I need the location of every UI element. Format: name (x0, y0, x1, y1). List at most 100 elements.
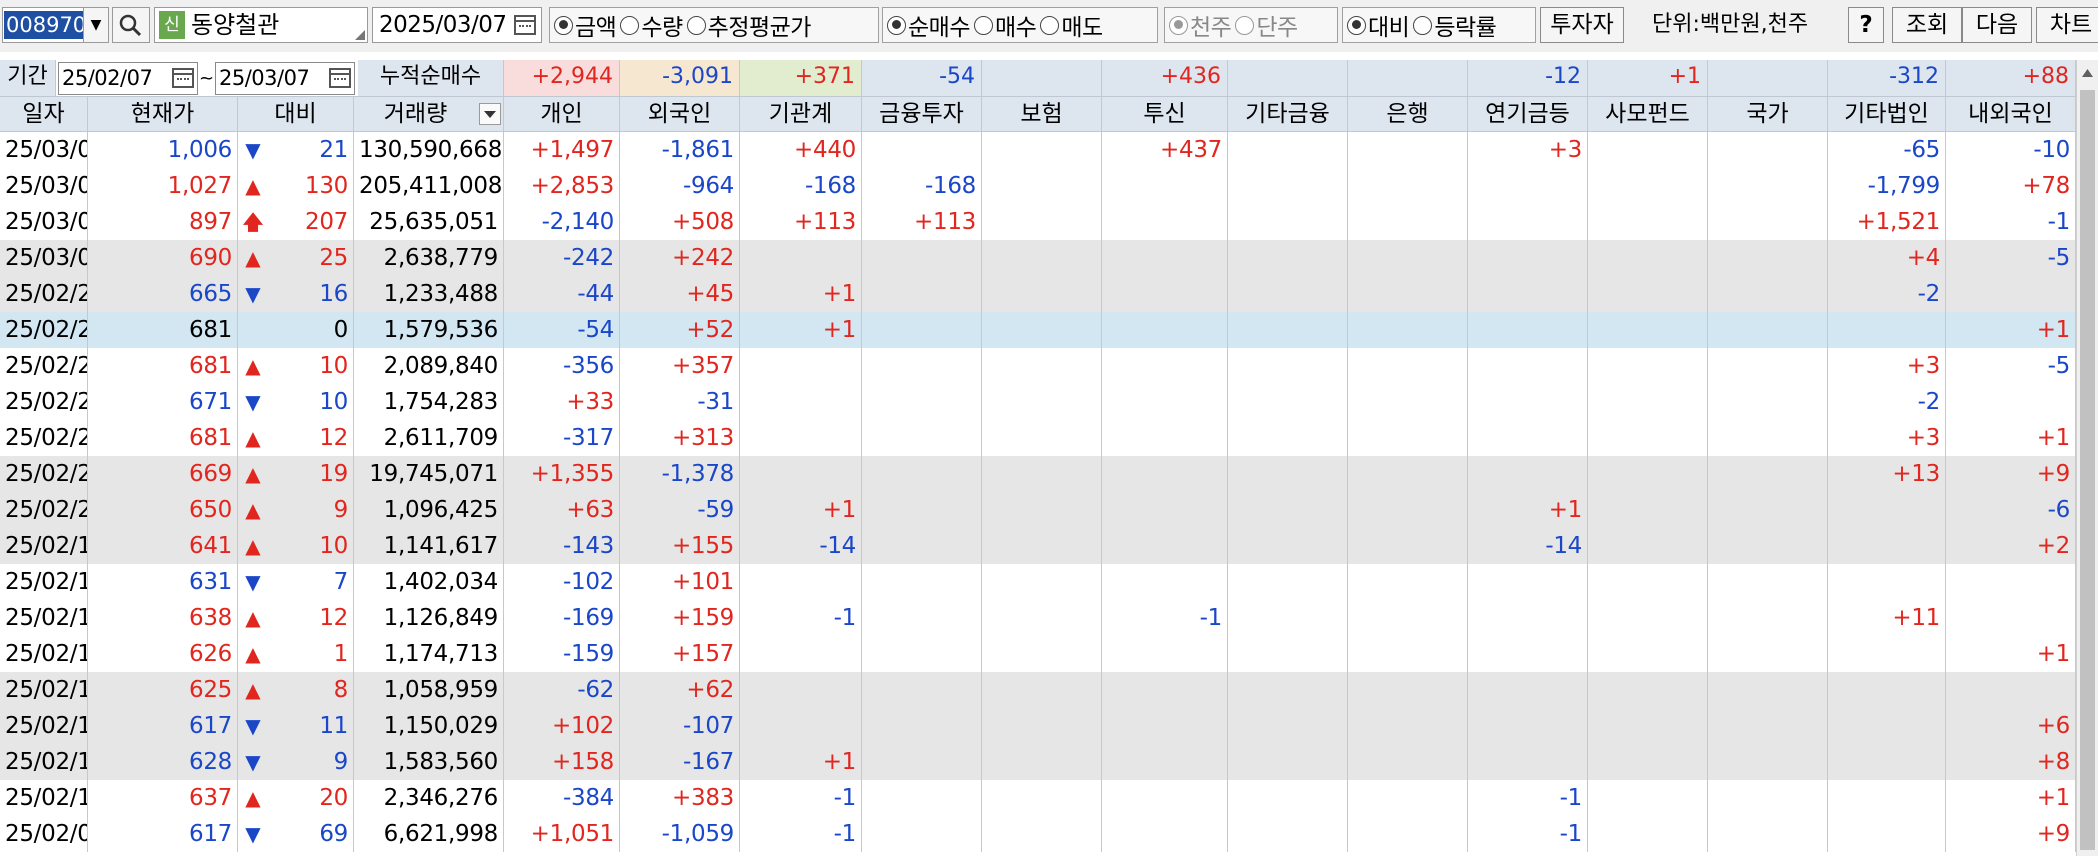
radio-compare[interactable]: 대비 (1347, 8, 1410, 42)
column-header[interactable]: 외국인 (620, 97, 740, 131)
investor-value-cell (1946, 672, 2076, 708)
investor-value-cell: +1 (1946, 636, 2076, 672)
table-row[interactable]: 25/02/17638121,126,849▲-169+159-1-1+11 (0, 600, 2076, 636)
table-row[interactable]: 25/02/12617111,150,029▼+102-107+6 (0, 708, 2076, 744)
column-header[interactable]: 거래량 (354, 97, 504, 131)
vertical-scrollbar[interactable] (2076, 60, 2098, 856)
investor-value-cell (862, 600, 982, 636)
investor-value-cell (1228, 132, 1348, 168)
table-row[interactable]: 25/02/07617696,621,998▼+1,051-1,059-1-1+… (0, 816, 2076, 852)
scrollbar-thumb[interactable] (2080, 90, 2095, 850)
investor-value-cell (1102, 348, 1228, 384)
table-row[interactable]: 25/02/1362581,058,959▲-62+62 (0, 672, 2076, 708)
date-cell: 25/02/18 (0, 564, 88, 600)
radio-change-rate[interactable]: 등락률 (1413, 8, 1497, 42)
date-input[interactable]: 2025/03/07 (372, 7, 542, 43)
price-cell: 1,006 (88, 132, 238, 168)
period-label: 기간 (0, 60, 56, 96)
next-button[interactable]: 다음 (1962, 7, 2032, 43)
stock-code-dropdown[interactable]: ▼ (83, 7, 109, 43)
query-button[interactable]: 조회 (1892, 7, 1962, 43)
date-cell: 25/02/13 (0, 672, 88, 708)
column-header[interactable]: 기관계 (740, 97, 862, 131)
radio-quantity[interactable]: 수량 (620, 8, 683, 42)
cumulative-value (1228, 60, 1348, 96)
table-row[interactable]: 25/02/2065091,096,425▲+63-59+1+1-6 (0, 492, 2076, 528)
investor-value-cell (740, 240, 862, 276)
table-row[interactable]: 25/02/2768101,579,536-54+52+1+1 (0, 312, 2076, 348)
table-row[interactable]: 25/03/061,027130205,411,008▲+2,853-964-1… (0, 168, 2076, 204)
investor-value-cell: +357 (620, 348, 740, 384)
table-row[interactable]: 25/03/04690252,638,779▲-242+242+4-5 (0, 240, 2076, 276)
column-header[interactable]: 투신 (1102, 97, 1228, 131)
scroll-up-icon[interactable] (2079, 64, 2096, 84)
investor-value-cell: +78 (1946, 168, 2076, 204)
investor-value-cell (982, 276, 1102, 312)
table-row[interactable]: 25/02/19641101,141,617▲-143+155-14-14+2 (0, 528, 2076, 564)
table-row[interactable]: 25/02/25671101,754,283▼+33-31-2 (0, 384, 2076, 420)
investor-value-cell (1348, 348, 1468, 384)
table-row[interactable]: 25/02/1162891,583,560▼+158-167+1+8 (0, 744, 2076, 780)
investor-value-cell: -168 (862, 168, 982, 204)
investor-value-cell (1588, 420, 1708, 456)
chart-button[interactable]: 차트 (2036, 7, 2098, 43)
column-header[interactable]: 일자 (0, 97, 88, 131)
column-header[interactable]: 보험 (982, 97, 1102, 131)
calendar-icon[interactable] (514, 15, 536, 35)
column-header[interactable]: 사모펀드 (1588, 97, 1708, 131)
investor-value-cell (1708, 528, 1828, 564)
column-header[interactable]: 연기금등 (1468, 97, 1588, 131)
date-cell: 25/03/04 (0, 240, 88, 276)
column-header[interactable]: 기타법인 (1828, 97, 1946, 131)
volume-cell: 2,089,840 (354, 348, 504, 384)
table-row[interactable]: 25/02/1462611,174,713▲-159+157+1 (0, 636, 2076, 672)
period-end-input[interactable]: 25/03/07 (215, 62, 355, 95)
investor-value-cell (1828, 636, 1946, 672)
column-header[interactable]: 금융투자 (862, 97, 982, 131)
investor-value-cell (1588, 204, 1708, 240)
investor-value-cell: -1 (1946, 204, 2076, 240)
column-header[interactable]: 기타금융 (1228, 97, 1348, 131)
radio-single-shares[interactable]: 단주 (1235, 8, 1298, 42)
table-row[interactable]: 25/02/26681102,089,840▲-356+357+3-5 (0, 348, 2076, 384)
calendar-icon[interactable] (329, 68, 351, 88)
radio-amount[interactable]: 금액 (554, 8, 617, 42)
radio-estimated-average[interactable]: 추정평균가 (686, 8, 811, 42)
investor-value-cell: -1,799 (1828, 168, 1946, 204)
sort-dropdown-icon[interactable] (479, 103, 501, 125)
radio-sell[interactable]: 매도 (1040, 8, 1103, 42)
help-button[interactable]: ? (1848, 7, 1884, 43)
period-start-input[interactable]: 25/02/07 (58, 62, 198, 95)
table-row[interactable]: 25/02/10637202,346,276▲-384+383-1-1+1 (0, 780, 2076, 816)
column-header[interactable]: 국가 (1708, 97, 1828, 131)
investor-value-cell: -14 (740, 528, 862, 564)
column-header[interactable]: 내외국인 (1946, 97, 2076, 131)
investor-value-cell: +52 (620, 312, 740, 348)
table-row[interactable]: 25/02/28665161,233,488▼-44+45+1-2 (0, 276, 2076, 312)
investor-value-cell (982, 708, 1102, 744)
radio-thousand-shares[interactable]: 천주 (1169, 8, 1232, 42)
table-row[interactable]: 25/02/24681122,611,709▲-317+313+3+1 (0, 420, 2076, 456)
price-cell: 617 (88, 708, 238, 744)
stock-name-field[interactable]: 신 동양철관 (154, 7, 368, 43)
search-button[interactable] (112, 7, 150, 43)
table-row[interactable]: 25/03/0589720725,635,051🡅-2,140+508+113+… (0, 204, 2076, 240)
column-header[interactable]: 현재가 (88, 97, 238, 131)
price-cell: 625 (88, 672, 238, 708)
investor-value-cell (1468, 672, 1588, 708)
radio-buy[interactable]: 매수 (973, 8, 1037, 42)
table-row[interactable]: 25/02/216691919,745,071▲+1,355-1,378+13+… (0, 456, 2076, 492)
investor-value-cell (1946, 564, 2076, 600)
column-header[interactable]: 개인 (504, 97, 620, 131)
table-row[interactable]: 25/03/071,00621130,590,668▼+1,497-1,861+… (0, 132, 2076, 168)
calendar-icon[interactable] (172, 68, 194, 88)
investor-value-cell (1228, 348, 1348, 384)
investor-button[interactable]: 투자자 (1540, 7, 1624, 43)
radio-net-buy[interactable]: 순매수 (887, 8, 970, 42)
column-header[interactable]: 은행 (1348, 97, 1468, 131)
investor-value-cell (1828, 564, 1946, 600)
investor-value-cell: -5 (1946, 240, 2076, 276)
table-row[interactable]: 25/02/1863171,402,034▼-102+101 (0, 564, 2076, 600)
investor-value-cell: -5 (1946, 348, 2076, 384)
column-header[interactable]: 대비 (238, 97, 354, 131)
